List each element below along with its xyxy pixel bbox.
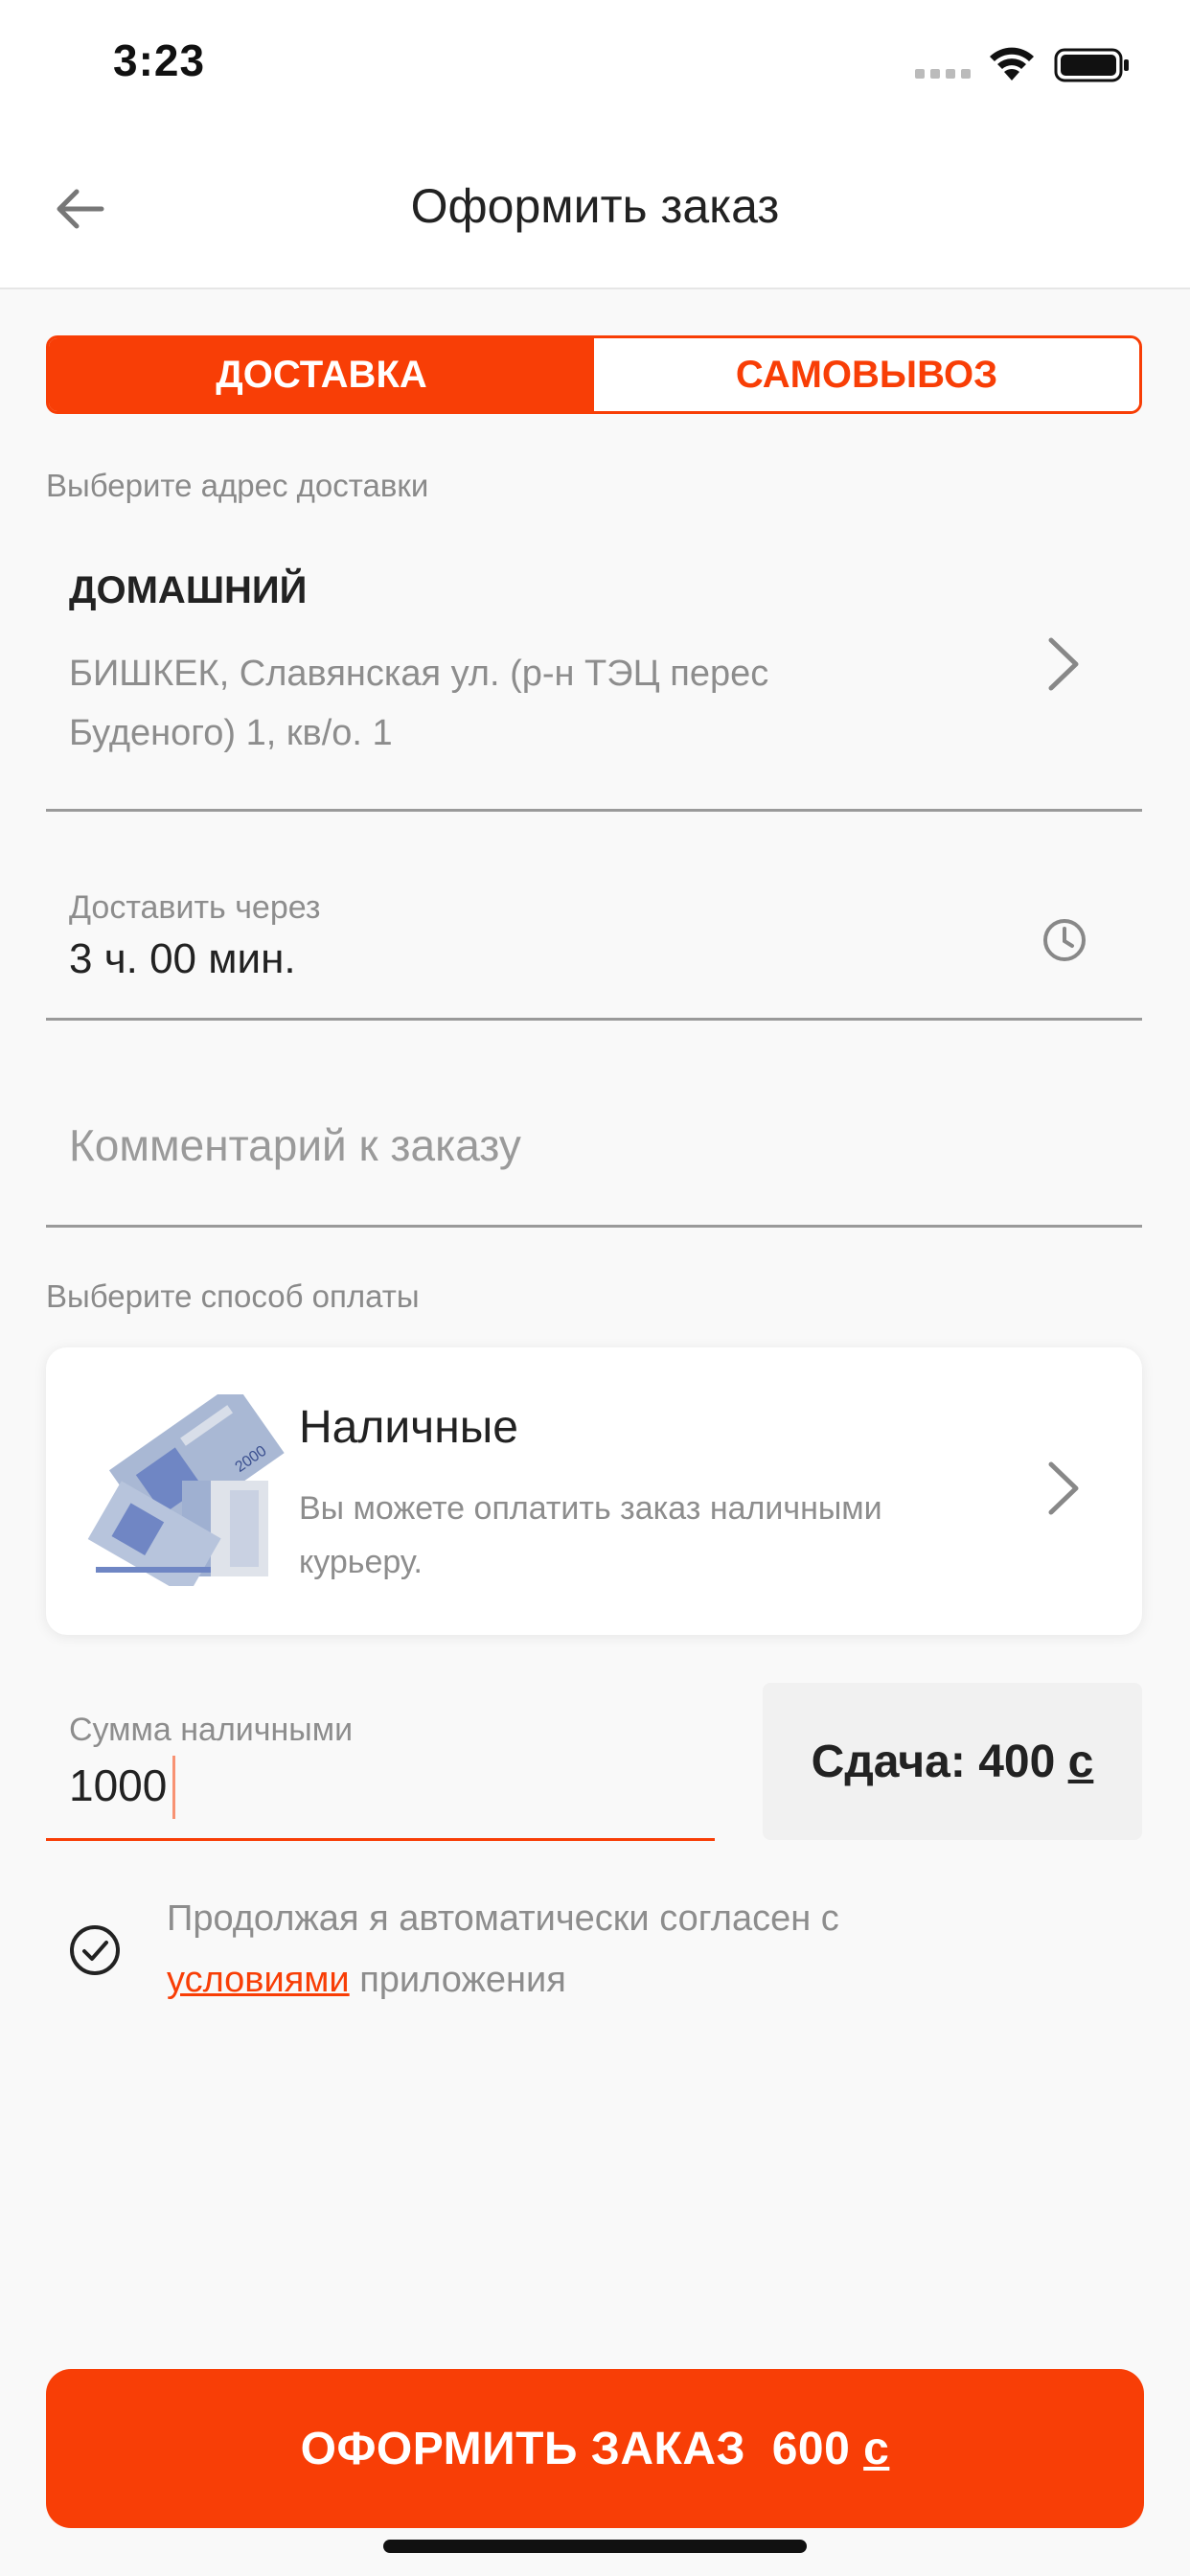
payment-section-label: Выберите способ оплаты xyxy=(46,1278,420,1314)
agreement-text: Продолжая я автоматически согласен с xyxy=(167,1898,839,1939)
wifi-icon xyxy=(990,47,1034,80)
currency-symbol: с xyxy=(863,2423,890,2474)
cellular-signal-icon xyxy=(915,69,971,79)
text-cursor xyxy=(172,1756,175,1819)
address-section-label: Выберите адрес доставки xyxy=(46,468,429,503)
address-text: БИШКЕК, Славянская ул. (р-н ТЭЦ перес Бу… xyxy=(69,654,769,753)
cash-amount-label: Сумма наличными xyxy=(69,1712,354,1748)
chevron-right-icon[interactable] xyxy=(1040,632,1087,696)
address-name: ДОМАШНИЙ xyxy=(69,569,308,611)
terms-link[interactable]: условиями xyxy=(167,1960,350,2000)
cash-input-underline xyxy=(46,1838,715,1841)
cash-banknotes-icon: 2000 xyxy=(87,1394,285,1586)
payment-method-description: Вы можете оплатить заказ наличными курье… xyxy=(299,1490,882,1580)
cash-amount-input[interactable] xyxy=(69,1754,644,1817)
battery-icon xyxy=(1054,48,1129,82)
payment-method-title: Наличные xyxy=(299,1402,518,1453)
clock-icon[interactable] xyxy=(1041,916,1088,964)
tab-pickup[interactable]: САМОВЫВОЗ xyxy=(594,338,1139,411)
checkmark-circle-icon[interactable] xyxy=(67,1922,123,1978)
divider xyxy=(46,1225,1142,1228)
delivery-time-value: 3 ч. 00 мин. xyxy=(69,935,296,982)
place-order-button[interactable]: ОФОРМИТЬ ЗАКАЗ 600 с xyxy=(46,2369,1144,2528)
home-indicator xyxy=(383,2540,807,2553)
terms-agreement-text: Продолжая я автоматически согласен с усл… xyxy=(167,1888,1087,2011)
delivery-time-label: Доставить через xyxy=(69,889,321,926)
divider xyxy=(46,809,1142,812)
comment-input[interactable]: Комментарий к заказу xyxy=(69,1119,521,1171)
status-time: 3:23 xyxy=(113,35,206,85)
change-amount: Сдача: 400 xyxy=(811,1736,1056,1787)
change-amount-box: Сдача: 400 с xyxy=(763,1683,1142,1840)
chevron-right-icon[interactable] xyxy=(1040,1457,1087,1520)
tab-delivery[interactable]: ДОСТАВКА xyxy=(49,338,594,411)
currency-symbol: с xyxy=(1067,1736,1094,1787)
divider xyxy=(46,1018,1142,1021)
delivery-mode-switch: ДОСТАВКА САМОВЫВОЗ xyxy=(46,335,1142,414)
page-title: Оформить заказ xyxy=(410,179,780,233)
agreement-text-end: приложения xyxy=(359,1960,566,2000)
place-order-label: ОФОРМИТЬ ЗАКАЗ 600 xyxy=(300,2423,851,2474)
